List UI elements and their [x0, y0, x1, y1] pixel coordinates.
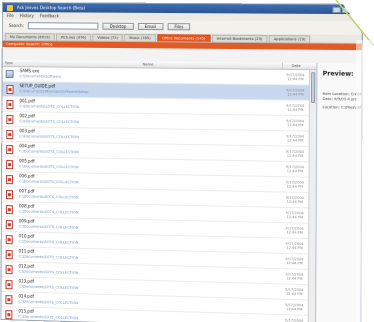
pdf-icon [4, 309, 12, 319]
file-date: 9/17/2004 12:44 PM [285, 226, 304, 235]
pdf-icon [5, 264, 13, 274]
search-label: Search: [8, 23, 24, 29]
exe-icon [5, 70, 14, 79]
pdf-icon [6, 84, 14, 94]
pdf-icon [5, 189, 13, 199]
results-list: Type Name Date SAMS.exe C:\Documents\Soft… [1, 60, 318, 322]
preview-pane: Preview: Item Location: Creates: T Date:… [316, 63, 362, 322]
content-area: Type Name Date SAMS.exe C:\Documents\Soft… [1, 60, 362, 322]
file-date: 9/17/2004 12:44 PM [285, 287, 304, 297]
app-icon [6, 4, 13, 11]
pdf-icon [5, 159, 13, 169]
file-date: 9/17/2004 12:44 PM [285, 256, 304, 266]
pdf-icon [4, 294, 12, 304]
file-date: 9/17/2004 12:44 PM [285, 149, 305, 159]
pdf-icon [5, 204, 13, 214]
desktop-search-button[interactable]: Desktop [102, 22, 134, 30]
tab-pictures[interactable]: Pictures (376) [55, 33, 92, 41]
email-search-button[interactable]: Email [137, 22, 164, 31]
file-date: 9/17/2004 12:44 PM [285, 272, 304, 281]
pdf-icon [5, 144, 13, 154]
file-date: 9/17/2004 12:44 PM [285, 164, 305, 174]
file-date: 9/17/2004 12:44 PM [286, 118, 305, 128]
close-icon[interactable] [351, 6, 360, 13]
list-rows: SAMS.exe C:\Documents\Software 9/17/2004 1… [1, 67, 310, 322]
preview-location: Location: C:\Files\Office [322, 105, 362, 110]
column-type[interactable]: Type [3, 60, 17, 66]
search-input[interactable] [27, 22, 99, 30]
pdf-icon [5, 99, 13, 109]
tab-my-documents[interactable]: My Documents (6919) [4, 33, 55, 41]
file-date: 9/17/2004 12:44 PM [285, 210, 304, 220]
file-date: 9/17/2004 12:44 PM [285, 241, 304, 251]
menu-file[interactable]: File [7, 12, 14, 19]
file-date: 9/17/2004 12:44 PM [286, 134, 305, 143]
tab-applications[interactable]: Applications (19) [268, 35, 311, 43]
menu-history[interactable]: History [20, 12, 34, 19]
menu-feedback[interactable]: Feedback [40, 12, 59, 19]
pdf-icon [4, 279, 13, 289]
file-date: 9/17/2004 12:44 PM [286, 103, 305, 113]
file-date: 9/17/2004 12:44 PM [285, 318, 304, 322]
tab-internet-bookmarks[interactable]: Internet Bookmarks (23) [211, 34, 268, 43]
pdf-icon [5, 114, 13, 124]
tab-music[interactable]: Music (785) [124, 33, 156, 42]
column-date[interactable]: Date [281, 62, 310, 70]
file-date: 9/17/2004 12:44 PM [285, 180, 304, 189]
window-controls [332, 6, 361, 13]
preview-title: Preview: [322, 70, 354, 78]
pdf-icon [5, 174, 13, 184]
tab-office-documents[interactable]: Office documents (145) [156, 34, 211, 42]
vertical-scrollbar[interactable] [307, 70, 317, 322]
pdf-icon [5, 249, 13, 259]
minimize-icon[interactable] [332, 6, 341, 13]
pdf-icon [5, 219, 13, 229]
file-date: 9/17/2004 12:44 PM [286, 88, 305, 97]
pdf-icon [5, 129, 13, 139]
file-date: 9/17/2004 12:44 PM [285, 302, 304, 312]
preview-date: Date: 9/9/03 4 pm [322, 96, 358, 101]
window-title: Ask Jeeves Desktop Search (Beta) [16, 5, 86, 11]
app-window: Ask Jeeves Desktop Search (Beta) File Hi… [0, 2, 363, 322]
pdf-icon [5, 234, 13, 244]
files-search-button[interactable]: Files [167, 23, 191, 31]
scrollbar-thumb[interactable] [310, 72, 316, 104]
file-date: 9/17/2004 12:44 PM [285, 195, 304, 205]
screenshot-stage: Ask Jeeves Desktop Search (Beta) File Hi… [0, 0, 374, 322]
maximize-icon[interactable] [341, 6, 351, 13]
file-date: 9/17/2004 12:44 PM [286, 72, 305, 82]
header-spacer [309, 63, 316, 69]
tab-videos[interactable]: Videos (71) [92, 33, 124, 41]
